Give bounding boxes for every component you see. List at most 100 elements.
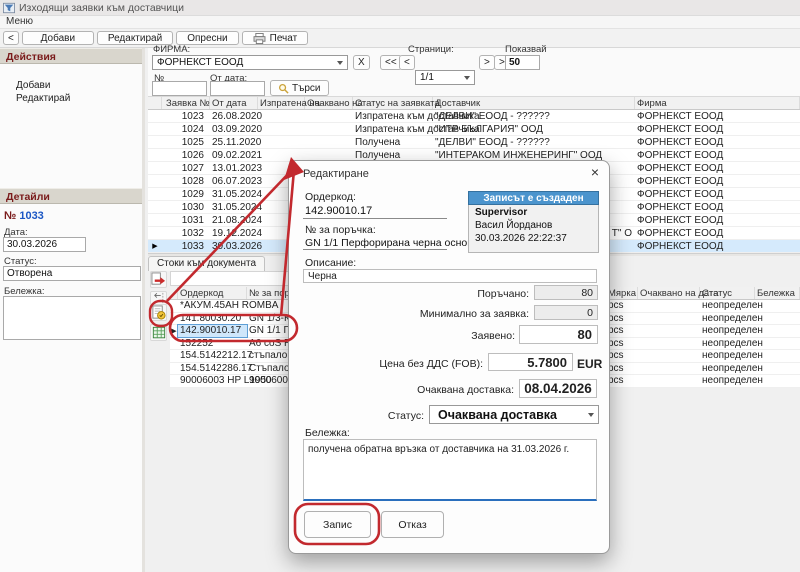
cell-ordercode: 90006003 HP L1950 bbox=[178, 375, 247, 387]
from-date-input[interactable] bbox=[210, 81, 265, 96]
cell-company: ФОРНЕКСТ ЕООД bbox=[635, 214, 800, 226]
show-count-input[interactable]: 50 bbox=[505, 55, 540, 70]
company-combo[interactable]: ФОРНЕКСТ ЕООД bbox=[152, 55, 348, 70]
price-field[interactable]: 5.7800 bbox=[488, 353, 573, 371]
price-label: Цена без ДДС (FOB): bbox=[379, 358, 483, 370]
table-row[interactable]: 102326.08.2020Изпратена към доставчика"Д… bbox=[148, 110, 800, 123]
chevron-down-icon bbox=[337, 61, 343, 65]
row-marker bbox=[170, 350, 178, 362]
cell-from-date: 13.01.2023 bbox=[210, 162, 258, 174]
cell-sent-on bbox=[258, 123, 305, 135]
edit-button[interactable]: Редактирай bbox=[97, 31, 173, 45]
requested-field[interactable]: 80 bbox=[519, 325, 598, 344]
company-label: ФИРМА: bbox=[153, 44, 190, 55]
cell-company: ФОРНЕКСТ ЕООД bbox=[635, 201, 800, 213]
record-number: № 1033 bbox=[4, 210, 44, 222]
tab-goods[interactable]: Стоки към документа bbox=[148, 256, 265, 271]
cell-ordercode: 141.80030.20 bbox=[178, 313, 247, 325]
edit-dialog: Редактиране × Ордеркод: 142.90010.17 № з… bbox=[288, 160, 610, 554]
cell-from-date: 06.07.2023 bbox=[210, 175, 258, 187]
cell-from-date: 31.05.2024 bbox=[210, 201, 258, 213]
refresh-button[interactable]: Опресни bbox=[176, 31, 238, 45]
cell-supplier: "ДЕЛВИ" ЕООД - ?????? bbox=[433, 136, 635, 148]
cell-from-date: 03.09.2020 bbox=[210, 123, 258, 135]
print-button[interactable]: Печат bbox=[242, 31, 309, 45]
excel-export-button[interactable] bbox=[150, 324, 167, 341]
cell-request-no: 1033 bbox=[162, 240, 210, 252]
export-row-button[interactable] bbox=[150, 271, 167, 288]
cell-company: ФОРНЕКСТ ЕООД bbox=[635, 162, 800, 174]
cell-request-no: 1023 bbox=[162, 110, 210, 122]
close-icon[interactable]: × bbox=[591, 164, 599, 180]
cell-status: неопределен bbox=[700, 375, 755, 387]
cell-company: ФОРНЕКСТ ЕООД bbox=[635, 136, 800, 148]
back-button[interactable]: < bbox=[3, 31, 19, 45]
cell-expected-on bbox=[305, 123, 353, 135]
cell-company: ФОРНЕКСТ ЕООД bbox=[635, 110, 800, 122]
cell-status: Изпратена към доставчика bbox=[353, 110, 433, 122]
excel-icon bbox=[152, 326, 166, 340]
cell-note bbox=[755, 325, 800, 337]
transfer-row-button[interactable] bbox=[150, 291, 167, 305]
menu-item-menu[interactable]: Меню bbox=[6, 16, 33, 27]
ordered-field: 80 bbox=[534, 285, 598, 300]
cancel-button[interactable]: Отказ bbox=[381, 511, 444, 538]
cell-company: ФОРНЕКСТ ЕООД bbox=[635, 188, 800, 200]
row-marker: ▶ bbox=[170, 325, 178, 337]
sidebar-action-add[interactable]: Добави bbox=[0, 78, 142, 91]
table-row[interactable]: 102525.11.2020Получена"ДЕЛВИ" ЕООД - ???… bbox=[148, 136, 800, 149]
main-toolbar: < Добави Редактирай Опресни Печат bbox=[0, 29, 800, 48]
cell-request-no: 1024 bbox=[162, 123, 210, 135]
printer-icon bbox=[253, 33, 266, 44]
search-button[interactable]: Търси bbox=[270, 80, 329, 96]
note-field[interactable] bbox=[3, 296, 141, 340]
cell-expected-date bbox=[638, 375, 700, 387]
clear-company-button[interactable]: X bbox=[353, 55, 370, 70]
cell-company: ФОРНЕКСТ ЕООД bbox=[635, 240, 800, 252]
cell-request-no: 1031 bbox=[162, 214, 210, 226]
chevron-down-icon bbox=[588, 413, 594, 417]
min-request-label: Минимално за заявка: bbox=[420, 308, 529, 320]
cell-status: Получена bbox=[353, 136, 433, 148]
pages-label: Страници: bbox=[408, 44, 454, 55]
number-filter-input[interactable] bbox=[152, 81, 207, 96]
cell-sent-on bbox=[258, 136, 305, 148]
cell-request-no: 1032 bbox=[162, 227, 210, 239]
cell-status: неопределен bbox=[700, 363, 755, 375]
cell-note bbox=[755, 300, 800, 312]
window-title: Изходящи заявки към доставчици bbox=[19, 2, 184, 14]
cell-company: ФОРНЕКСТ ЕООД bbox=[635, 149, 800, 161]
next-page-button[interactable]: > bbox=[479, 55, 495, 70]
expected-delivery-field[interactable]: 08.04.2026 bbox=[519, 379, 597, 398]
dialog-note-field[interactable]: получена обратна връзка от доставчика на… bbox=[303, 439, 597, 501]
cell-status: неопределен bbox=[700, 300, 755, 312]
currency-label: EUR bbox=[577, 357, 602, 371]
cell-request-no: 1030 bbox=[162, 201, 210, 213]
prev-page-button[interactable]: < bbox=[399, 55, 415, 70]
sidebar-action-edit[interactable]: Редактирай bbox=[0, 91, 142, 104]
table-row[interactable]: 102403.09.2020Изпратена към доставчика"И… bbox=[148, 123, 800, 136]
col-header: Очаквано на дата bbox=[638, 287, 700, 299]
row-marker bbox=[170, 375, 178, 387]
pages-combo[interactable]: 1/1 bbox=[415, 70, 475, 85]
filter-bar: ФИРМА: ФОРНЕКСТ ЕООД X << < Страници: 1/… bbox=[148, 48, 800, 97]
row-marker bbox=[148, 214, 162, 226]
record-user-role: Supervisor bbox=[469, 205, 598, 218]
cell-status: неопределен bbox=[700, 350, 755, 362]
cell-note bbox=[755, 338, 800, 350]
cell-request-no: 1025 bbox=[162, 136, 210, 148]
cell-company: ФОРНЕКСТ ЕООД bbox=[635, 227, 800, 239]
actions-header: Действия bbox=[0, 48, 142, 64]
cell-expected-date bbox=[638, 350, 700, 362]
date-field[interactable]: 30.03.2026 bbox=[3, 237, 86, 252]
row-marker bbox=[148, 227, 162, 239]
edit-row-button[interactable] bbox=[150, 304, 167, 321]
cell-supplier: "ИТР БЪЛГАРИЯ" ООД bbox=[433, 123, 635, 135]
status-field[interactable]: Отворена bbox=[3, 266, 141, 281]
add-button[interactable]: Добави bbox=[22, 31, 94, 45]
description-field[interactable]: Черна bbox=[303, 269, 597, 283]
cell-expected-date bbox=[638, 325, 700, 337]
row-marker bbox=[148, 175, 162, 187]
dialog-status-combo[interactable]: Очаквана доставка bbox=[429, 405, 599, 424]
save-button[interactable]: Запис bbox=[304, 511, 371, 538]
